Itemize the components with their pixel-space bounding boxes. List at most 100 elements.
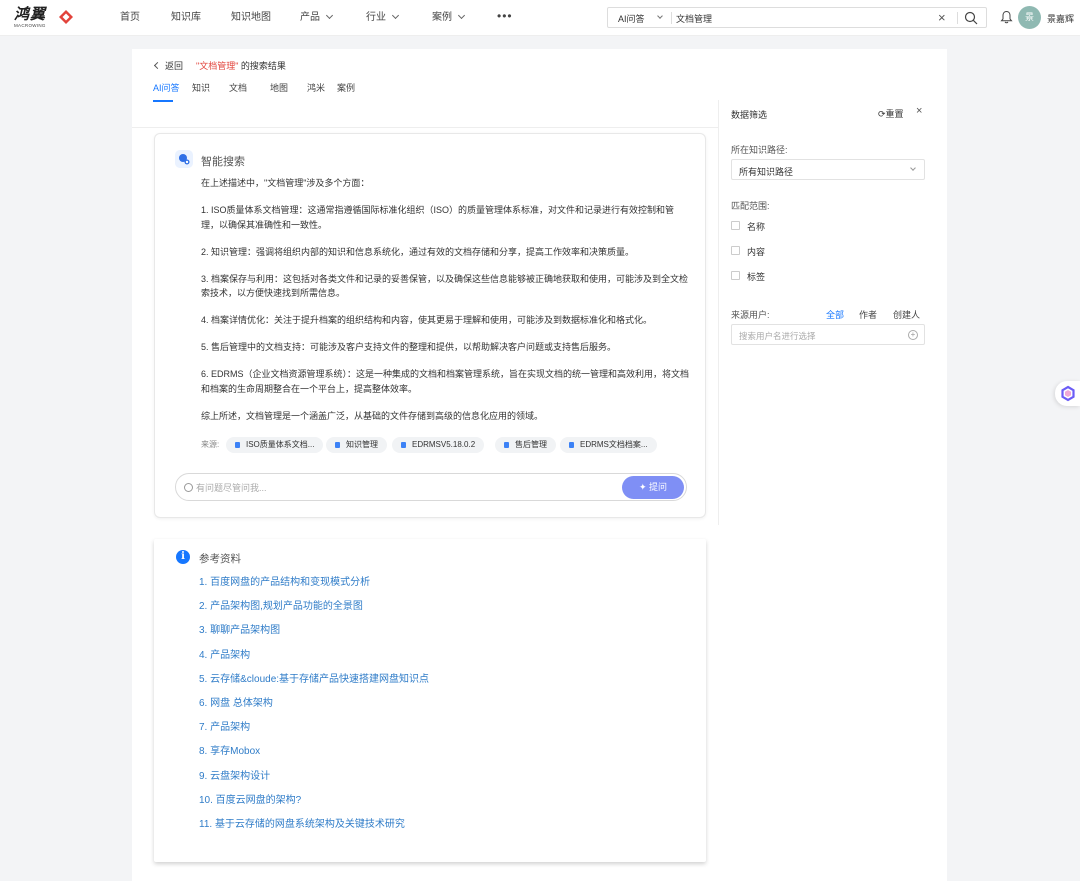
back-label: 返回 bbox=[165, 61, 184, 71]
ai-answer-text: 在上述描述中，"文档管理"涉及多个方面： 1. ISO质量体系文档管理：这通常指… bbox=[201, 176, 691, 436]
match-tag-checkbox[interactable] bbox=[731, 271, 740, 280]
back-button[interactable]: 返回 bbox=[153, 59, 184, 72]
nav-cases[interactable]: 案例 bbox=[432, 11, 466, 25]
assistant-logo-icon bbox=[1061, 385, 1075, 402]
document-icon bbox=[235, 442, 240, 448]
nav-industry-label: 行业 bbox=[366, 12, 386, 23]
reference-link[interactable]: 6. 网盘 总体架构 bbox=[199, 697, 429, 721]
user-avatar[interactable]: 景 bbox=[1018, 6, 1041, 29]
answer-paragraph: 3. 档案保存与利用：这包括对各类文件和记录的妥善保管，以及确保这些信息能够被正… bbox=[201, 273, 689, 299]
source-chip[interactable]: 售后管理 bbox=[495, 437, 556, 453]
tabs-divider bbox=[132, 127, 718, 128]
document-icon bbox=[401, 442, 406, 448]
nav-knowledge-base[interactable]: 知识库 bbox=[171, 11, 201, 25]
source-creator-option[interactable]: 创建人 bbox=[893, 308, 920, 321]
reference-link[interactable]: 11. 基于云存储的网盘系统架构及关键技术研究 bbox=[199, 818, 429, 842]
clear-search-button[interactable]: × bbox=[938, 10, 946, 25]
knowledge-path-select[interactable]: 所有知识路径 bbox=[731, 159, 925, 180]
tab-documents[interactable]: 文档 bbox=[229, 81, 247, 94]
nav-more-button[interactable]: ••• bbox=[497, 9, 513, 23]
reference-link[interactable]: 3. 聊聊产品架构图 bbox=[199, 624, 429, 648]
sparkle-icon: ✦ bbox=[638, 482, 650, 492]
match-content-checkbox[interactable] bbox=[731, 246, 740, 255]
search-type-select[interactable]: AI问答 bbox=[618, 12, 645, 25]
match-name-label: 名称 bbox=[747, 222, 766, 232]
search-input[interactable] bbox=[676, 10, 926, 26]
source-chip[interactable]: EDRMS文档档案... bbox=[560, 437, 657, 453]
answer-paragraph: 在上述描述中，"文档管理"涉及多个方面： bbox=[201, 178, 370, 188]
nav-industry[interactable]: 行业 bbox=[366, 11, 400, 25]
brand-subtitle: MACROWING bbox=[14, 23, 46, 28]
chevron-down-icon bbox=[657, 13, 663, 19]
tab-cases[interactable]: 案例 bbox=[337, 81, 355, 94]
top-nav-bar: 鸿翼 MACROWING 首页 知识库 知识地图 产品 行业 案例 ••• AI… bbox=[0, 0, 1080, 36]
nav-knowledge-map[interactable]: 知识地图 bbox=[231, 11, 271, 25]
smart-search-icon bbox=[175, 150, 193, 168]
answer-paragraph: 5. 售后管理中的文档支持：可能涉及客户支持文件的整理和提供，以帮助解决客户问题… bbox=[201, 342, 617, 352]
chevron-down-icon bbox=[391, 11, 400, 20]
source-chip[interactable]: EDRMSV5.18.0.2 bbox=[392, 437, 485, 453]
match-name-checkbox[interactable] bbox=[731, 221, 740, 230]
reference-link[interactable]: 2. 产品架构图,规划产品功能的全景图 bbox=[199, 600, 429, 624]
references-title: 参考资料 bbox=[199, 553, 241, 565]
refresh-icon: ⟳ bbox=[878, 109, 886, 119]
nav-home[interactable]: 首页 bbox=[120, 11, 140, 25]
brand-logo[interactable]: 鸿翼 MACROWING bbox=[14, 7, 76, 29]
ask-question-input[interactable] bbox=[196, 480, 596, 495]
source-author-option[interactable]: 作者 bbox=[859, 308, 877, 321]
reference-link[interactable]: 5. 云存储&cloude:基于存储产品快速搭建网盘知识点 bbox=[199, 673, 429, 697]
reference-link[interactable]: 1. 百度网盘的产品结构和变现模式分析 bbox=[199, 576, 429, 600]
brand-name: 鸿翼 bbox=[14, 6, 47, 23]
reference-link[interactable]: 4. 产品架构 bbox=[199, 649, 429, 673]
chat-icon bbox=[184, 483, 193, 492]
document-icon bbox=[504, 442, 509, 448]
ask-button-label: 提问 bbox=[649, 482, 668, 492]
filter-reset-button[interactable]: ⟳重置 bbox=[878, 107, 904, 120]
ask-button[interactable]: ✦ 提问 bbox=[622, 476, 684, 499]
ask-question-box: ✦ 提问 bbox=[175, 473, 687, 501]
filter-close-button[interactable]: × bbox=[916, 105, 922, 117]
nav-products[interactable]: 产品 bbox=[300, 11, 334, 25]
notification-bell-icon[interactable] bbox=[1000, 10, 1013, 24]
user-search-placeholder: 搜索用户名进行选择 bbox=[739, 331, 816, 341]
nav-cases-label: 案例 bbox=[432, 12, 452, 23]
source-all-option[interactable]: 全部 bbox=[826, 308, 844, 321]
user-search-input[interactable]: 搜索用户名进行选择 + bbox=[731, 324, 925, 345]
source-chip-label: EDRMS文档档案... bbox=[580, 440, 648, 449]
tab-knowledge[interactable]: 知识 bbox=[192, 81, 210, 94]
tab-hongmi[interactable]: 鸿米 bbox=[307, 81, 325, 94]
answer-paragraph: 4. 档案详情优化：关注于提升档案的组织结构和内容，使其更易于理解和使用，可能涉… bbox=[201, 315, 653, 325]
answer-sources: 来源: ISO质量体系文档... 知识管理 EDRMSV5.18.0.2 售后管… bbox=[201, 437, 701, 453]
nav-products-label: 产品 bbox=[300, 12, 320, 23]
filter-reset-label: 重置 bbox=[885, 109, 904, 119]
tab-ai-qa[interactable]: AI问答 bbox=[153, 81, 180, 94]
knowledge-path-value: 所有知识路径 bbox=[739, 167, 794, 177]
ai-answer-card: 智能搜索 在上述描述中，"文档管理"涉及多个方面： 1. ISO质量体系文档管理… bbox=[154, 133, 706, 518]
global-search-box: AI问答 × bbox=[607, 7, 987, 28]
info-icon: i bbox=[176, 550, 190, 564]
floating-assistant-button[interactable] bbox=[1055, 381, 1080, 406]
user-name[interactable]: 景嘉辉 bbox=[1047, 12, 1074, 25]
reference-link[interactable]: 9. 云盘架构设计 bbox=[199, 770, 429, 794]
source-chip-label: 售后管理 bbox=[515, 440, 547, 449]
tab-map[interactable]: 地图 bbox=[270, 81, 288, 94]
answer-paragraph: 综上所述，文档管理是一个涵盖广泛，从基础的文件存储到高级的信息化应用的领域。 bbox=[201, 410, 544, 421]
answer-paragraph: 1. ISO质量体系文档管理：这通常指遵循国际标准化组织（ISO）的质量管理体系… bbox=[201, 205, 675, 230]
reference-link[interactable]: 7. 产品架构 bbox=[199, 721, 429, 745]
active-tab-indicator bbox=[153, 100, 173, 102]
source-chip-label: ISO质量体系文档... bbox=[246, 440, 315, 449]
reference-link[interactable]: 8. 享存Mobox bbox=[199, 745, 429, 769]
match-content-label: 内容 bbox=[747, 247, 766, 257]
sources-label: 来源: bbox=[201, 440, 220, 449]
chevron-down-icon bbox=[325, 11, 334, 20]
source-chip[interactable]: 知识管理 bbox=[326, 437, 387, 453]
search-icon[interactable] bbox=[964, 11, 978, 25]
source-chip[interactable]: ISO质量体系文档... bbox=[226, 437, 324, 453]
references-card: i 参考资料 1. 百度网盘的产品结构和变现模式分析 2. 产品架构图,规划产品… bbox=[154, 539, 706, 862]
match-range-label: 匹配范围: bbox=[731, 201, 770, 211]
source-chip-label: 知识管理 bbox=[346, 440, 378, 449]
source-chip-label: EDRMSV5.18.0.2 bbox=[412, 440, 476, 449]
references-list: 1. 百度网盘的产品结构和变现模式分析 2. 产品架构图,规划产品功能的全景图 … bbox=[199, 576, 429, 842]
reference-link[interactable]: 10. 百度云网盘的架构? bbox=[199, 794, 429, 818]
chevron-down-icon bbox=[457, 11, 466, 20]
